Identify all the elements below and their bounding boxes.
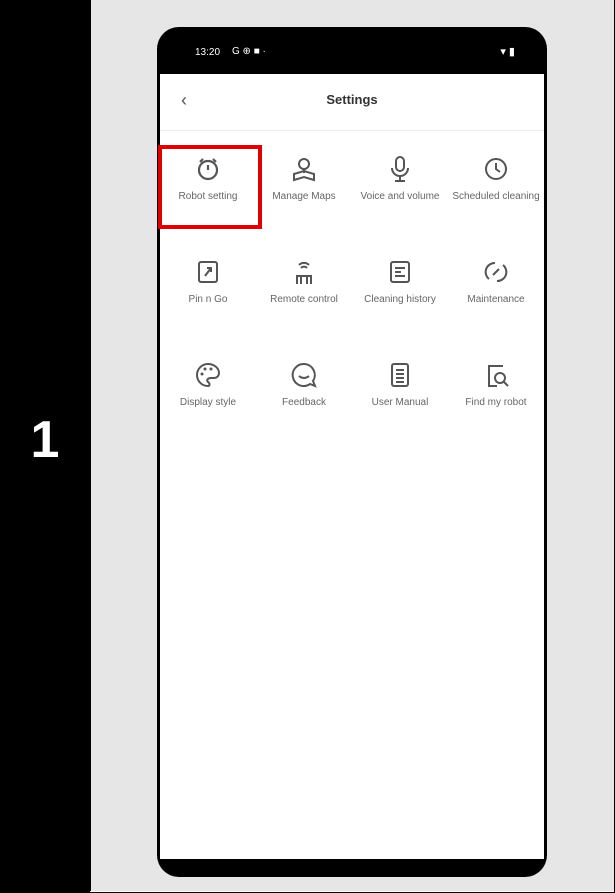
document-icon: [385, 360, 415, 390]
settings-item-display-style[interactable]: Display style: [160, 350, 256, 450]
pin-n-go-icon: [193, 257, 223, 287]
status-bar: 13:20 G ⊕ ■ · ▾ ▮: [157, 27, 547, 74]
settings-item-maintenance[interactable]: Maintenance: [448, 247, 544, 347]
settings-item-scheduled-cleaning[interactable]: Scheduled cleaning: [448, 144, 544, 244]
page-title: Settings: [326, 92, 378, 107]
map-pin-icon: [289, 154, 319, 184]
step-column: 1: [0, 0, 90, 893]
settings-item-find-my-robot[interactable]: Find my robot: [448, 350, 544, 450]
status-time: 13:20: [195, 47, 221, 58]
item-label: Manage Maps: [272, 191, 336, 202]
status-right-icons: ▾ ▮: [500, 46, 515, 58]
item-label: Voice and volume: [360, 191, 440, 202]
android-nav-bar: [157, 832, 547, 877]
item-label: Remote control: [270, 294, 338, 305]
clock-icon: [481, 154, 511, 184]
history-icon: [385, 257, 415, 287]
status-indicators: G ⊕ ■ ·: [232, 46, 266, 57]
item-label: User Manual: [371, 397, 429, 408]
item-label: Display style: [179, 397, 237, 408]
settings-item-cleaning-history[interactable]: Cleaning history: [352, 247, 448, 347]
step-number: 1: [30, 411, 60, 469]
item-label: Pin n Go: [188, 294, 228, 305]
item-label: Maintenance: [467, 294, 525, 305]
item-label: Feedback: [282, 397, 326, 408]
settings-item-user-manual[interactable]: User Manual: [352, 350, 448, 450]
settings-item-remote-control[interactable]: Remote control: [256, 247, 352, 347]
wrench-icon: [481, 257, 511, 287]
item-label: Scheduled cleaning: [452, 191, 540, 202]
palette-icon: [193, 360, 223, 390]
microphone-icon: [385, 154, 415, 184]
settings-item-feedback[interactable]: Feedback: [256, 350, 352, 450]
item-label: Cleaning history: [364, 294, 436, 305]
settings-item-manage-maps[interactable]: Manage Maps: [256, 144, 352, 244]
nav-back-icon[interactable]: [250, 847, 259, 859]
highlight-box: [158, 145, 262, 229]
search-doc-icon: [481, 360, 511, 390]
app-header: ‹ Settings: [160, 74, 544, 131]
settings-item-pin-n-go[interactable]: Pin n Go: [160, 247, 256, 347]
settings-item-voice-volume[interactable]: Voice and volume: [352, 144, 448, 244]
item-label: Find my robot: [465, 397, 527, 408]
nav-home-icon[interactable]: [345, 846, 358, 859]
nav-recent-icon[interactable]: [444, 847, 455, 858]
chat-bubble-icon: [289, 360, 319, 390]
remote-icon: [289, 257, 319, 287]
